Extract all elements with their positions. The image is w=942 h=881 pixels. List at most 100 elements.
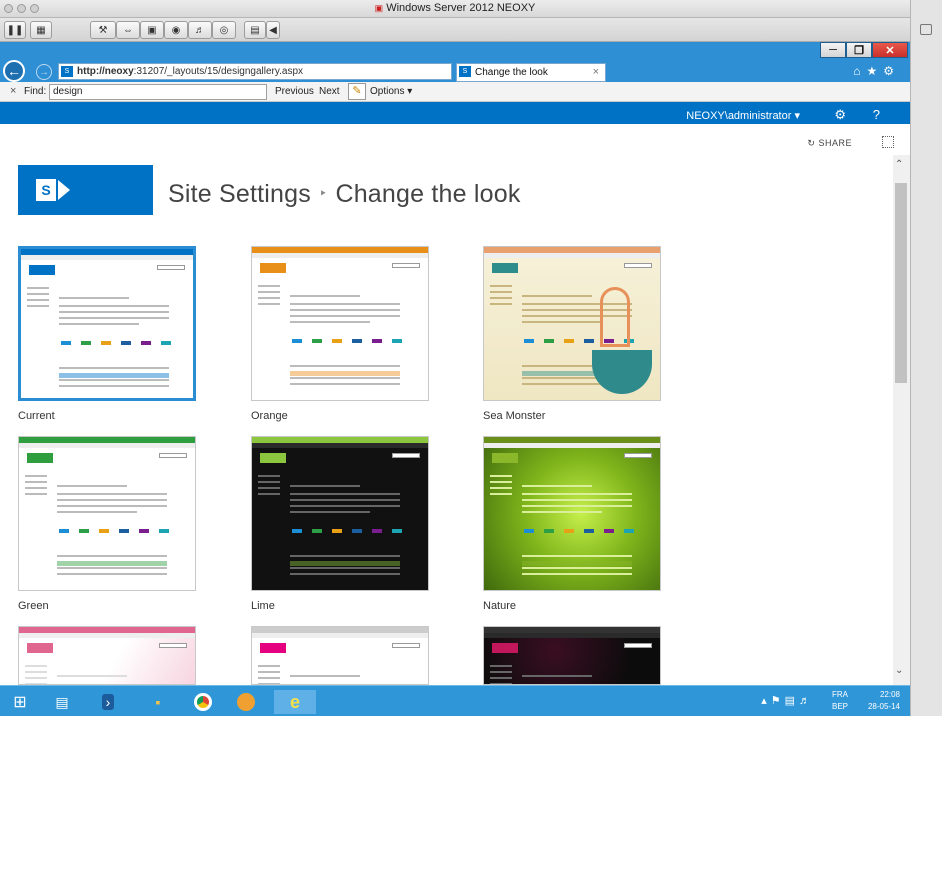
gear-icon[interactable]: ⚙ [883, 64, 900, 78]
tab-favicon: S [459, 66, 471, 77]
thumbnail-table-row [290, 365, 400, 367]
find-input[interactable]: design [49, 84, 267, 100]
network-icon[interactable]: ▤ [785, 695, 799, 707]
theme-label[interactable]: Nature [483, 600, 516, 612]
back-button[interactable]: ← [3, 60, 25, 82]
screenshot-button[interactable]: ▦ [30, 21, 52, 39]
theme-label[interactable]: Green [18, 600, 49, 612]
thumbnail-color-swatch [564, 339, 574, 343]
thumbnail-search-box [392, 643, 420, 648]
highlight-icon[interactable]: ✎ [348, 83, 366, 100]
user-menu[interactable]: NEOXY\administrator ▾ [686, 109, 800, 122]
theme-label[interactable]: Current [18, 410, 55, 422]
thumbnail-nav-bar [484, 253, 660, 258]
address-bar[interactable]: S http://neoxy:31207/_layouts/15/designg… [58, 63, 468, 116]
tab-close-icon[interactable]: × [593, 66, 599, 78]
powershell-button[interactable]: › [96, 690, 120, 714]
sound-button[interactable]: ♬ [188, 21, 212, 39]
breadcrumb-parent[interactable]: Site Settings [168, 180, 311, 208]
page-scrollbar[interactable]: ⌃ ⌄ [893, 155, 910, 685]
thumbnail-text-line [290, 493, 400, 495]
theme-thumbnail[interactable] [483, 626, 661, 685]
thumbnail-search-box [624, 643, 652, 648]
thumbnail-nav-line [25, 493, 47, 495]
more-button[interactable]: ◀ [266, 21, 280, 39]
scroll-down-icon[interactable]: ⌄ [895, 665, 903, 676]
thumbnail-text-line [522, 295, 592, 297]
home-icon[interactable]: ⌂ [853, 64, 866, 78]
vm-app-icon: ▣ [374, 3, 384, 13]
share-label: SHARE [818, 138, 852, 148]
scroll-up-icon[interactable]: ⌃ [895, 159, 903, 170]
usb-button[interactable]: ▤ [244, 21, 266, 39]
theme-label[interactable]: Lime [251, 600, 275, 612]
clock[interactable]: 22:08 28-05-14 [868, 689, 900, 713]
thumbnail-nav-line [490, 671, 512, 673]
pause-button[interactable]: ❚❚ [4, 21, 26, 39]
theme-thumbnail[interactable] [18, 246, 196, 401]
theme-label[interactable]: Sea Monster [483, 410, 545, 422]
theme-thumbnail[interactable] [18, 626, 196, 685]
powershell-icon: › [101, 694, 115, 710]
cd-button[interactable]: ◎ [212, 21, 236, 39]
theme-thumbnail[interactable] [483, 436, 661, 591]
sea-monster-illustration [592, 350, 652, 394]
theme-label[interactable]: Orange [251, 410, 288, 422]
help-icon[interactable]: ? [873, 107, 880, 122]
theme-thumbnail[interactable] [251, 246, 429, 401]
thumbnail-color-swatch [292, 529, 302, 533]
thumbnail-nav-line [27, 293, 49, 295]
language-indicator[interactable]: FRA BEP [832, 689, 848, 713]
gear-icon[interactable]: ⚙ [834, 107, 846, 123]
settings-button[interactable]: ⚒ [90, 21, 116, 39]
restore-button[interactable]: ❐ [846, 42, 872, 58]
chrome-button[interactable] [191, 690, 215, 714]
previous-button[interactable]: Previous [275, 86, 314, 97]
flag-icon[interactable]: ⚑ [771, 695, 785, 707]
thumbnail-nav-line [258, 487, 280, 489]
ie-address-row: ← → S http://neoxy:31207/_layouts/15/des… [0, 60, 910, 116]
camera-button[interactable]: ◉ [164, 21, 188, 39]
thumbnail-color-swatch [312, 529, 322, 533]
server-manager-button[interactable]: ▤ [50, 690, 74, 714]
cd-icon: ◎ [219, 24, 229, 36]
thumbnail-color-swatch [332, 339, 342, 343]
next-button[interactable]: Next [319, 86, 340, 97]
favorites-icon[interactable]: ★ [866, 64, 883, 78]
thumbnail-nav-line [25, 671, 47, 673]
file-explorer-button[interactable]: ▪ [146, 690, 170, 714]
theme-thumbnail[interactable] [251, 436, 429, 591]
thumbnail-color-swatch [312, 339, 322, 343]
find-close-icon[interactable]: × [10, 85, 16, 97]
close-button[interactable]: ✕ [872, 42, 908, 58]
options-button[interactable]: Options ▾ [370, 86, 412, 97]
thumbnail-table-row [59, 373, 169, 378]
show-hidden-icons-icon[interactable]: ▴ [761, 695, 771, 707]
app-button[interactable] [234, 690, 258, 714]
chrome-icon [194, 693, 212, 711]
thumbnail-text-line [57, 511, 137, 513]
volume-icon[interactable]: ♬ [799, 695, 814, 707]
tab-change-the-look[interactable]: S Change the look × [456, 63, 606, 82]
forward-button[interactable]: → [36, 64, 52, 80]
minimize-button[interactable]: ─ [820, 42, 846, 58]
sharepoint-logo[interactable]: S [18, 165, 153, 215]
thumbnail-table-row [290, 377, 400, 379]
vm-title-bar: ▣ Windows Server 2012 NEOXY [0, 0, 910, 18]
vm-window-edge [910, 0, 942, 716]
connect-button[interactable]: ⇔ [116, 21, 140, 39]
thumbnail-table-row [290, 567, 400, 569]
theme-thumbnail[interactable] [251, 626, 429, 685]
scroll-thumb[interactable] [895, 183, 907, 383]
internet-explorer-button[interactable]: e [274, 690, 316, 714]
thumbnail-search-box [392, 263, 420, 268]
thumbnail-color-swatch [544, 339, 554, 343]
theme-thumbnail[interactable] [18, 436, 196, 591]
thumbnail-text-line [522, 511, 602, 513]
theme-thumbnail[interactable] [483, 246, 661, 401]
focus-on-content-icon[interactable] [882, 136, 894, 148]
hdd-button[interactable]: ▣ [140, 21, 164, 39]
share-button[interactable]: ↻ SHARE [807, 138, 852, 149]
start-button[interactable]: ⊞ [8, 690, 32, 714]
fullscreen-icon[interactable] [920, 24, 932, 35]
